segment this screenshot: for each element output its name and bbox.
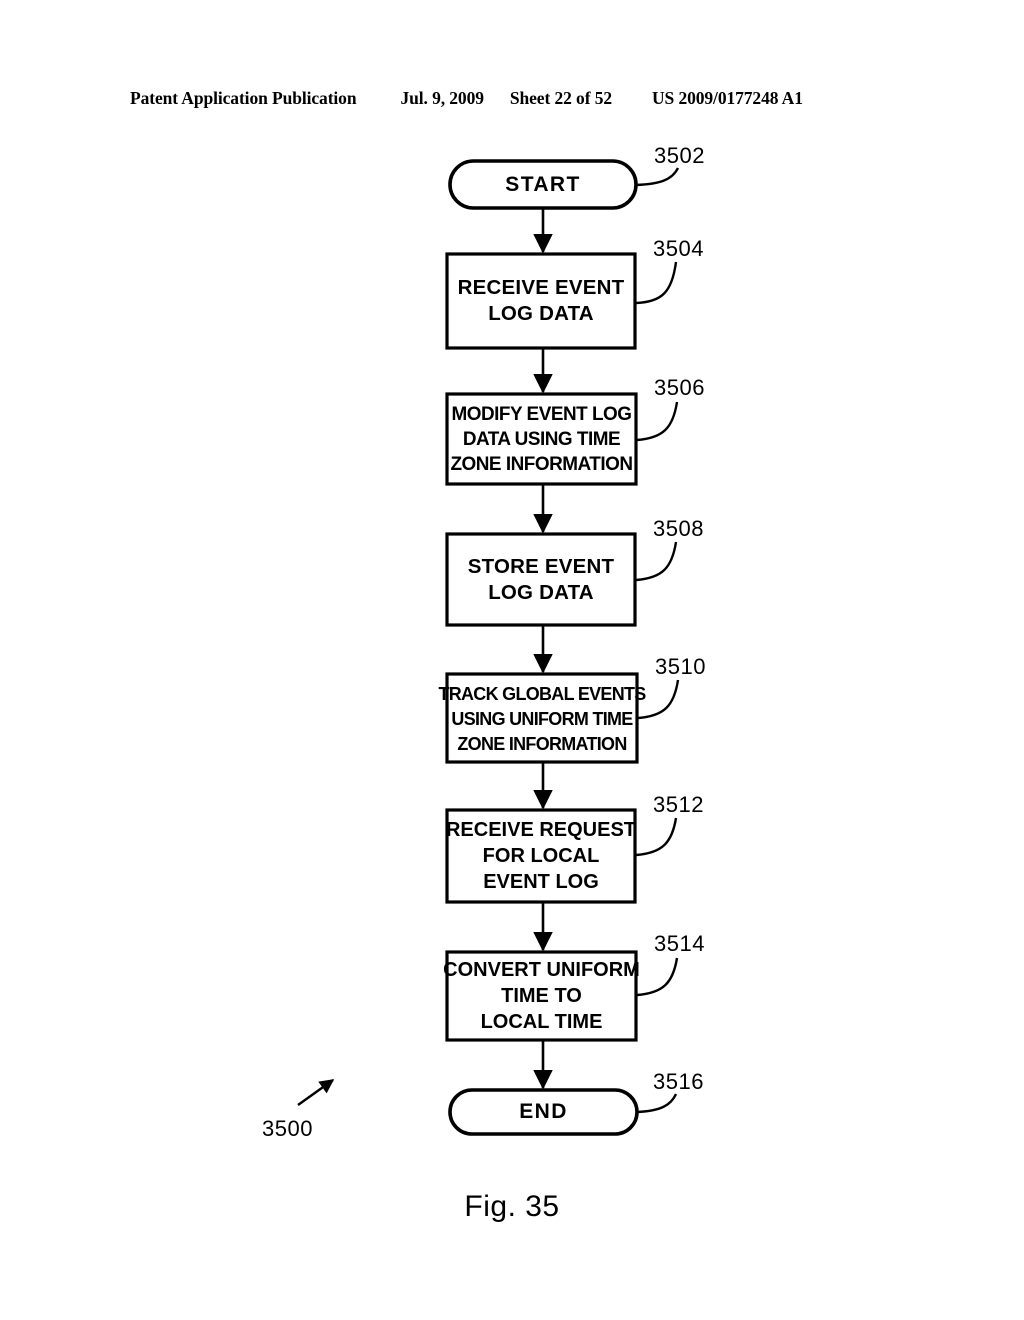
leader-line-3512 xyxy=(635,817,678,857)
leader-line-3510 xyxy=(637,679,680,720)
node-convert-uniform-time-shape xyxy=(445,950,638,1042)
node-track-global-events-shape xyxy=(445,672,639,764)
leader-line-3508 xyxy=(635,541,678,582)
leader-line-3504 xyxy=(635,261,678,305)
leader-line-3514 xyxy=(636,957,679,997)
node-receive-event-log-data-shape xyxy=(445,252,637,350)
figure-caption: Fig. 35 xyxy=(464,1190,560,1223)
node-receive-request-local-event-log-shape xyxy=(445,808,637,904)
leader-line-3502 xyxy=(635,167,680,187)
flowchart-diagram xyxy=(0,0,1024,1320)
leader-arrow-3500 xyxy=(297,1079,335,1106)
callout-3512: 3512 xyxy=(653,792,704,817)
callout-3504: 3504 xyxy=(653,236,704,261)
leader-line-3506 xyxy=(636,401,679,442)
callout-3510: 3510 xyxy=(655,654,706,679)
node-modify-event-log-data-shape xyxy=(445,392,638,486)
callout-3516: 3516 xyxy=(653,1069,704,1094)
callout-3508: 3508 xyxy=(653,516,704,541)
node-end-shape xyxy=(448,1088,639,1136)
callout-3506: 3506 xyxy=(654,375,705,400)
leader-line-3516 xyxy=(636,1093,678,1114)
callout-3500: 3500 xyxy=(262,1116,313,1141)
node-store-event-log-data-shape xyxy=(445,532,637,627)
node-start-shape xyxy=(448,159,638,210)
callout-3502: 3502 xyxy=(654,143,705,168)
callout-3514: 3514 xyxy=(654,931,705,956)
